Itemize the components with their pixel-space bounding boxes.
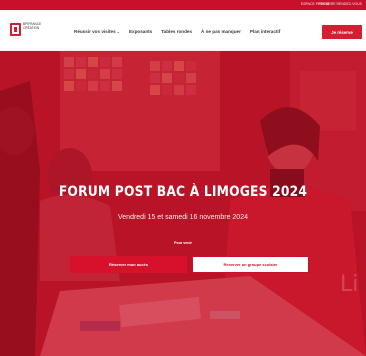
nav-item-round-tables[interactable]: Tables rondes [161, 29, 192, 34]
hero-banner: Li FORUM POST BAC À LIMOGES 2024 Vendred… [0, 51, 366, 356]
site-logo[interactable]: BPIFRANCE CRÉATION [10, 21, 42, 39]
page: ESPACE PRESSE PRENDRE RENDEZ-VOUS BPIFRA… [0, 0, 366, 356]
nav-item-label: Réussir vos visites [74, 29, 116, 34]
top-utility-bar: ESPACE PRESSE PRENDRE RENDEZ-VOUS [0, 0, 366, 10]
site-header: BPIFRANCE CRÉATION Réussir vos visites⌄ … [0, 10, 366, 51]
hero-tint-overlay [0, 51, 366, 356]
nav-item-interactive-map[interactable]: Plan interactif [250, 29, 280, 34]
nav-item-visits[interactable]: Réussir vos visites⌄ [74, 29, 120, 34]
book-access-button[interactable]: Réserver mon accès [70, 256, 187, 273]
hero-dates: Vendredi 15 et samedi 16 novembre 2024 [118, 214, 248, 221]
main-nav: Réussir vos visites⌄ Exposants Tables ro… [74, 29, 280, 34]
nav-item-not-to-miss[interactable]: À ne pas manquer [201, 29, 241, 34]
book-school-group-button[interactable]: Réserver un groupe scolaire [192, 256, 309, 273]
hero-title: FORUM POST BAC À LIMOGES 2024 [58, 184, 308, 200]
nav-item-exhibitors[interactable]: Exposants [129, 29, 152, 34]
logo-text: BPIFRANCE CRÉATION [23, 22, 42, 30]
reserve-button[interactable]: Je réserve [322, 25, 362, 39]
utility-link-appointment[interactable]: PRENDRE RENDEZ-VOUS [318, 2, 362, 6]
chevron-down-icon: ⌄ [116, 29, 120, 34]
logo-icon [10, 23, 21, 36]
hero-subtitle: Pour venir [174, 241, 192, 245]
